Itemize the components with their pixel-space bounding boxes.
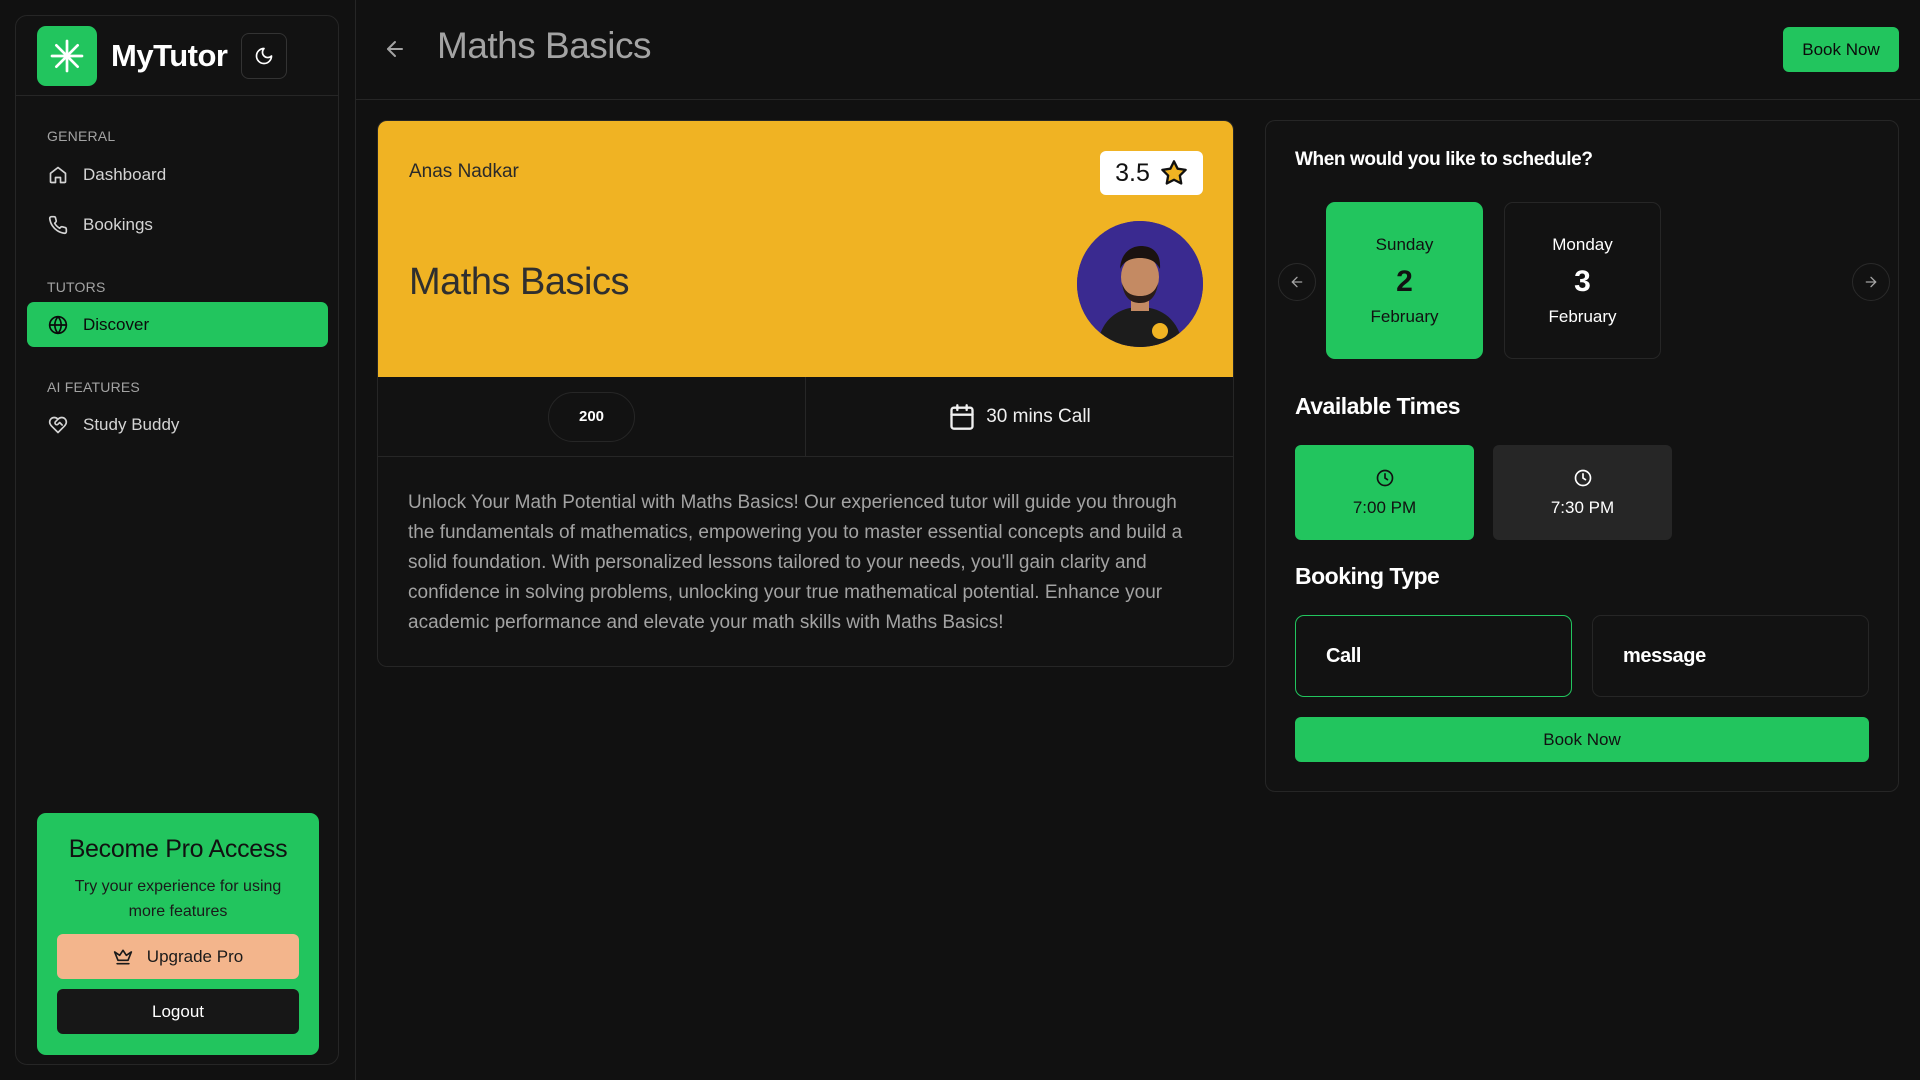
- rating-value: 3.5: [1115, 158, 1150, 187]
- brand-row: MyTutor: [16, 16, 338, 96]
- back-button[interactable]: [379, 33, 411, 65]
- crown-icon: [113, 947, 133, 967]
- brand-name: MyTutor: [111, 37, 228, 73]
- course-banner: Anas Nadkar 3.5 Maths Basics: [378, 121, 1233, 377]
- sidebar-item-dashboard[interactable]: Dashboard: [27, 152, 328, 197]
- booking-type-title: Booking Type: [1295, 563, 1440, 589]
- day-number: 3: [1574, 265, 1591, 298]
- sidebar-item-label: Discover: [83, 314, 150, 334]
- clock-icon: [1375, 468, 1395, 488]
- page-header: Maths Basics Book Now: [356, 0, 1920, 100]
- booking-type-call[interactable]: Call: [1295, 615, 1572, 697]
- day-month: February: [1370, 307, 1439, 326]
- duration-cell: 30 mins Call: [805, 377, 1233, 456]
- globe-icon: [47, 314, 69, 336]
- booking-type-message[interactable]: message: [1592, 615, 1869, 697]
- arrow-left-icon: [1291, 276, 1303, 288]
- available-times-title: Available Times: [1295, 393, 1461, 419]
- arrow-left-icon: [387, 41, 403, 57]
- day-number: 2: [1396, 265, 1413, 298]
- time-slot-label: 7:30 PM: [1550, 497, 1615, 517]
- moon-icon: [256, 47, 273, 64]
- call-duration: 30 mins Call: [948, 403, 1091, 431]
- book-now-button[interactable]: Book Now: [1295, 717, 1869, 762]
- day-card-sunday[interactable]: Sunday 2 February: [1326, 202, 1483, 359]
- course-card: Anas Nadkar 3.5 Maths Basics 200 30 mins…: [377, 120, 1234, 667]
- tutor-avatar: [1077, 221, 1203, 347]
- home-icon: [47, 164, 69, 186]
- time-slot-label: 7:00 PM: [1352, 497, 1417, 517]
- heart-handshake-icon: [47, 414, 69, 436]
- course-description: Unlock Your Math Potential with Maths Ba…: [408, 492, 1183, 633]
- clock-icon: [1573, 468, 1593, 488]
- sidebar-item-discover[interactable]: Discover: [27, 302, 328, 347]
- section-label-ai-features: AI FEATURES: [47, 379, 140, 395]
- tutor-name: Anas Nadkar: [409, 161, 519, 182]
- upgrade-pro-label: Upgrade Pro: [146, 946, 244, 966]
- sidebar-item-label: Bookings: [83, 214, 153, 234]
- sidebar: MyTutor GENERAL Dashboard Bookings TUTOR…: [15, 15, 339, 1065]
- rating-badge: 3.5: [1100, 151, 1203, 195]
- day-month: February: [1548, 307, 1617, 326]
- upgrade-pro-button[interactable]: Upgrade Pro: [57, 934, 299, 979]
- time-slot-700pm[interactable]: 7:00 PM: [1295, 445, 1474, 540]
- schedule-panel: When would you like to schedule? Sunday …: [1265, 120, 1899, 792]
- course-title: Maths Basics: [409, 261, 629, 303]
- sidebar-item-label: Study Buddy: [83, 414, 180, 434]
- sidebar-item-label: Dashboard: [83, 164, 167, 184]
- book-now-header-button[interactable]: Book Now: [1783, 27, 1899, 72]
- day-weekday: Sunday: [1375, 235, 1434, 254]
- arrow-right-icon: [1865, 276, 1877, 288]
- call-duration-label: 30 mins Call: [986, 405, 1091, 427]
- schedule-question: When would you like to schedule?: [1295, 149, 1593, 170]
- next-day-button[interactable]: [1852, 263, 1890, 301]
- section-label-general: GENERAL: [47, 128, 116, 144]
- day-weekday: Monday: [1552, 235, 1613, 254]
- sidebar-item-study-buddy[interactable]: Study Buddy: [27, 402, 328, 447]
- prev-day-button[interactable]: [1278, 263, 1316, 301]
- logo[interactable]: [37, 25, 97, 86]
- pro-title: Become Pro Access: [68, 835, 288, 863]
- theme-toggle-button[interactable]: [241, 32, 288, 79]
- pro-upgrade-card: Become Pro Access Try your experience fo…: [37, 813, 319, 1055]
- pro-description: Try your experience for using more featu…: [74, 878, 282, 920]
- phone-icon: [47, 214, 69, 236]
- sidebar-item-bookings[interactable]: Bookings: [27, 202, 328, 247]
- day-card-monday[interactable]: Monday 3 February: [1504, 202, 1661, 359]
- calendar-icon: [948, 403, 976, 431]
- page-title: Maths Basics: [437, 25, 652, 66]
- sidebar-divider: [355, 0, 356, 1080]
- course-stats: 200 30 mins Call: [378, 377, 1233, 457]
- star-icon: [1160, 159, 1188, 187]
- time-slot-730pm[interactable]: 7:30 PM: [1493, 445, 1672, 540]
- price-badge: 200: [548, 391, 635, 442]
- logout-button[interactable]: Logout: [57, 989, 299, 1034]
- price-cell: 200: [378, 377, 805, 456]
- asterisk-icon: [50, 39, 84, 72]
- section-label-tutors: TUTORS: [47, 279, 106, 295]
